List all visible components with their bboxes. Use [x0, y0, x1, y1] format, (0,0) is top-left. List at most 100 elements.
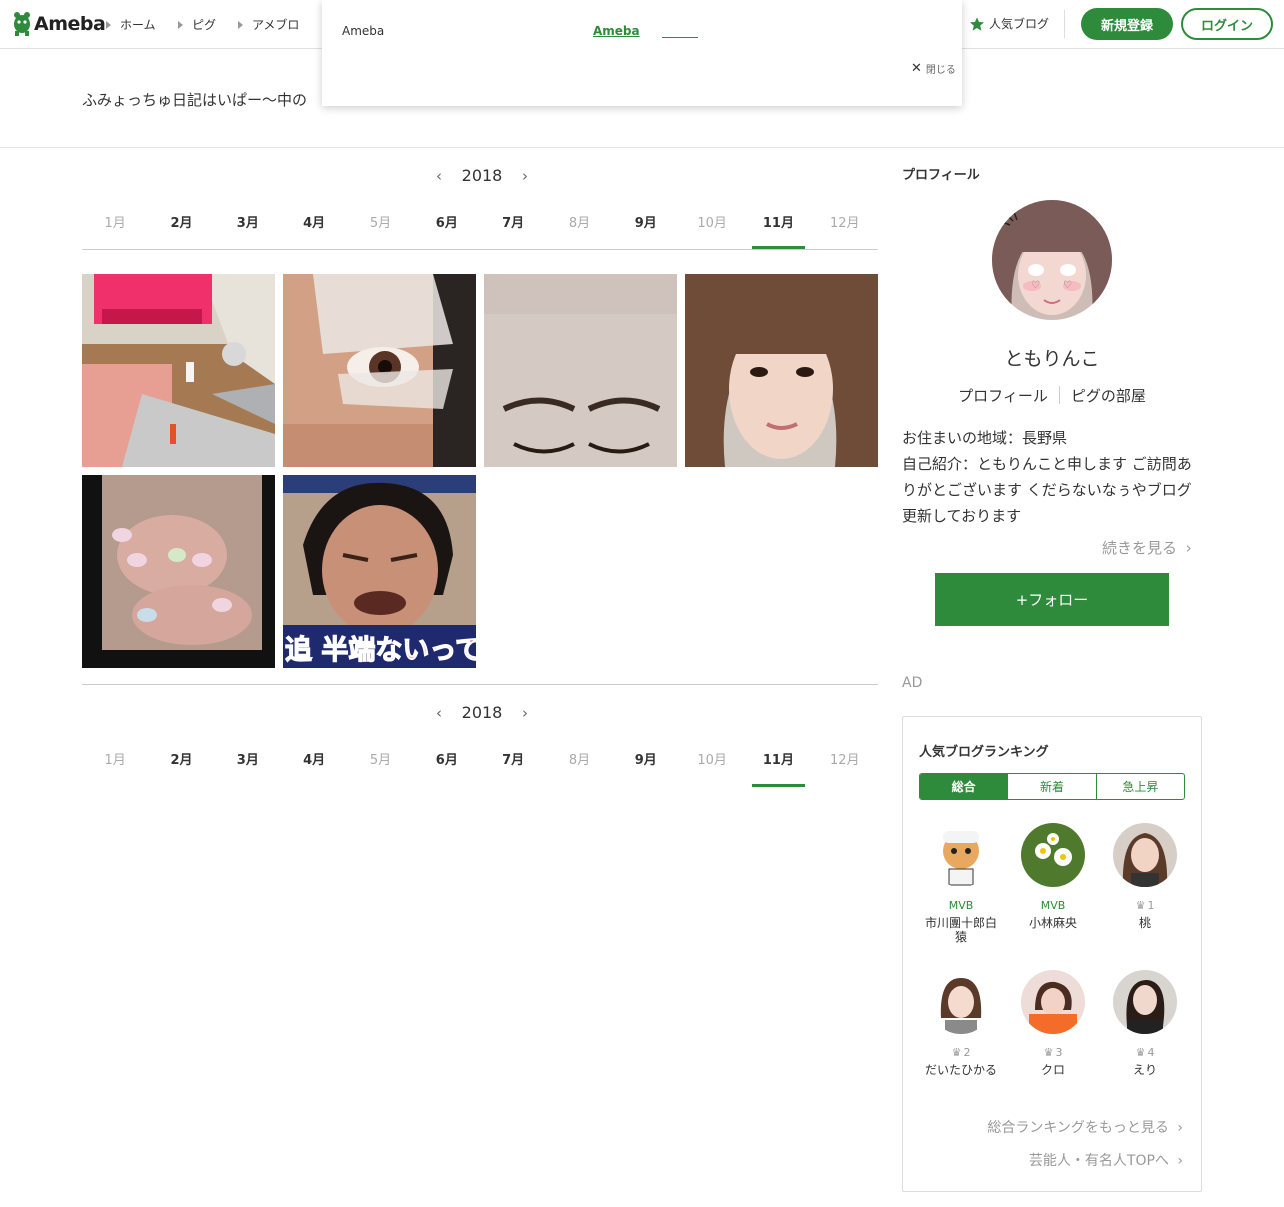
year-label: 2018	[461, 703, 503, 722]
read-more-link[interactable]: 続きを見る ›	[1102, 537, 1192, 558]
bio-introduction: 自己紹介：ともりんこと申します ご訪問ありがとございます くだらないなぅやブログ…	[902, 455, 1192, 525]
ranking-avatar-image	[1113, 970, 1177, 1034]
ranking-item[interactable]: MVB 市川團十郎白猿	[915, 823, 1007, 944]
ranking-rank: ♛ 1	[1099, 898, 1191, 912]
ranking-item[interactable]: ♛ 2 だいたひかる	[915, 970, 1007, 1077]
ranking-avatar	[929, 823, 993, 887]
ranking-rank: ♛ 2	[915, 1045, 1007, 1059]
photo-eye-taped[interactable]	[283, 274, 476, 467]
profile-avatar[interactable]: ♡ ♡	[992, 200, 1112, 320]
photo-forehead-closeup-image	[484, 274, 677, 467]
ranking-name: だいたひかる	[924, 1063, 997, 1077]
login-button[interactable]: ログイン	[1181, 8, 1273, 40]
photo-forehead-closeup[interactable]	[484, 274, 677, 467]
ranking-rank: ♛ 3	[1007, 1045, 1099, 1059]
read-more-label: 続きを見る	[1102, 539, 1178, 557]
crown-icon: ♛	[951, 1045, 962, 1059]
blog-title[interactable]: ふみょっちゅ日記はいぱー〜中の	[82, 89, 307, 110]
month-tab[interactable]: 7月	[480, 745, 546, 787]
ranking-avatar	[1021, 970, 1085, 1034]
ranking-avatar	[1113, 970, 1177, 1034]
ranking-tabs: 総合 新着 急上昇	[919, 773, 1185, 800]
ranking-item[interactable]: MVB 小林麻央	[1007, 823, 1099, 930]
ranking-name: 市川團十郎白猿	[924, 916, 997, 944]
month-tab: 5月	[369, 753, 392, 768]
tab-overall[interactable]: 総合	[920, 774, 1008, 799]
chevron-right-icon: ›	[1177, 1120, 1183, 1136]
chevron-right-icon: ›	[1185, 539, 1192, 557]
chevron-right-icon[interactable]: ›	[518, 167, 532, 185]
month-tab[interactable]: 6月	[414, 745, 480, 787]
pigg-room-link[interactable]: ピグの部屋	[1071, 385, 1146, 406]
ranking-item[interactable]: ♛ 1 桃	[1099, 823, 1191, 930]
profile-heading: プロフィール	[902, 168, 980, 183]
popular-blog-label: 人気ブログ	[989, 17, 1050, 31]
month-tab[interactable]: 6月	[414, 208, 480, 249]
photo-crying-man[interactable]: 追 半端ないって	[283, 475, 476, 668]
ranking-avatar-image	[929, 823, 993, 887]
ameba-logo[interactable]: Ameba	[12, 11, 106, 37]
nav-home[interactable]: ホーム	[106, 16, 156, 33]
title-divider	[0, 147, 1284, 148]
chevron-left-icon[interactable]: ‹	[432, 704, 446, 722]
month-tab: 1月	[104, 216, 126, 231]
header-divider	[1064, 10, 1065, 38]
ranking-item[interactable]: ♛ 3 クロ	[1007, 970, 1099, 1077]
tab-new[interactable]: 新着	[1007, 774, 1095, 799]
month-tab[interactable]: 2月	[148, 745, 214, 787]
ranking-avatar-image	[929, 970, 993, 1034]
month-tab[interactable]: 11月	[745, 745, 811, 787]
triangle-right-icon	[106, 20, 111, 29]
rank-number: 1	[1147, 898, 1155, 912]
nav-home-label: ホーム	[120, 18, 156, 32]
crying-caption: 追 半端ないって	[285, 634, 476, 666]
month-tab[interactable]: 3月	[215, 745, 281, 787]
ranking-rank: MVB	[948, 898, 974, 912]
ameba-mascot-icon	[14, 12, 30, 36]
month-tab: 12月	[830, 753, 860, 768]
celebrity-top-label: 芸能人・有名人TOPへ	[1028, 1153, 1169, 1169]
month-tab[interactable]: 4月	[281, 208, 347, 249]
nav-pigg[interactable]: ピグ	[178, 16, 216, 33]
bio-location: お住まいの地域：長野県	[902, 429, 1068, 447]
ranking-item[interactable]: ♛ 4 えり	[1099, 970, 1191, 1077]
popup-link-underline[interactable]	[662, 37, 698, 38]
month-tab[interactable]: 4月	[281, 745, 347, 787]
month-tab[interactable]: 9月	[613, 745, 679, 787]
ad-label: AD	[902, 675, 923, 691]
popup-close-button[interactable]: ✕ 閉じる	[911, 61, 956, 76]
nav-ameblo[interactable]: アメブロ	[238, 16, 299, 33]
photo-woman-selfie[interactable]	[685, 274, 878, 467]
month-tab[interactable]: 3月	[215, 208, 281, 249]
rank-number: 2	[963, 1045, 971, 1059]
celebrity-top-link[interactable]: 芸能人・有名人TOPへ ›	[1029, 1150, 1183, 1170]
crown-icon: ♛	[1043, 1045, 1054, 1059]
month-tab: 12月	[830, 216, 860, 231]
profile-link[interactable]: プロフィール	[958, 385, 1048, 406]
more-ranking-link[interactable]: 総合ランキングをもっと見る ›	[987, 1117, 1183, 1137]
ranking-rank: MVB	[1040, 898, 1066, 912]
month-tab[interactable]: 7月	[480, 208, 546, 249]
photo-cosmetics-kit-image	[82, 274, 275, 467]
profile-name: ともりんこ	[1004, 348, 1100, 370]
tab-rising[interactable]: 急上昇	[1095, 774, 1184, 799]
popup-ameba-link[interactable]: Ameba	[593, 24, 640, 38]
month-tab: 8月	[568, 216, 591, 231]
year-nav-top: ‹ 2018 ›	[432, 166, 532, 185]
popular-blog-link[interactable]: 人気ブログ	[969, 15, 1049, 32]
grid-bottom-divider	[82, 684, 878, 685]
month-tab[interactable]: 11月	[745, 208, 811, 249]
month-tab[interactable]: 9月	[613, 208, 679, 249]
photo-cosmetics-kit[interactable]	[82, 274, 275, 467]
follow-button[interactable]: +フォロー	[935, 573, 1169, 626]
ranking-title: 人気ブログランキング	[919, 745, 1049, 760]
month-tab: 5月	[369, 216, 392, 231]
triangle-right-icon	[238, 20, 243, 29]
month-tab[interactable]: 2月	[148, 208, 214, 249]
register-button[interactable]: 新規登録	[1081, 8, 1173, 40]
chevron-left-icon[interactable]: ‹	[432, 167, 446, 185]
photo-nails[interactable]	[82, 475, 275, 668]
photo-eye-taped-image	[283, 274, 476, 467]
chevron-right-icon[interactable]: ›	[518, 704, 532, 722]
month-tab: 10月	[697, 216, 727, 231]
